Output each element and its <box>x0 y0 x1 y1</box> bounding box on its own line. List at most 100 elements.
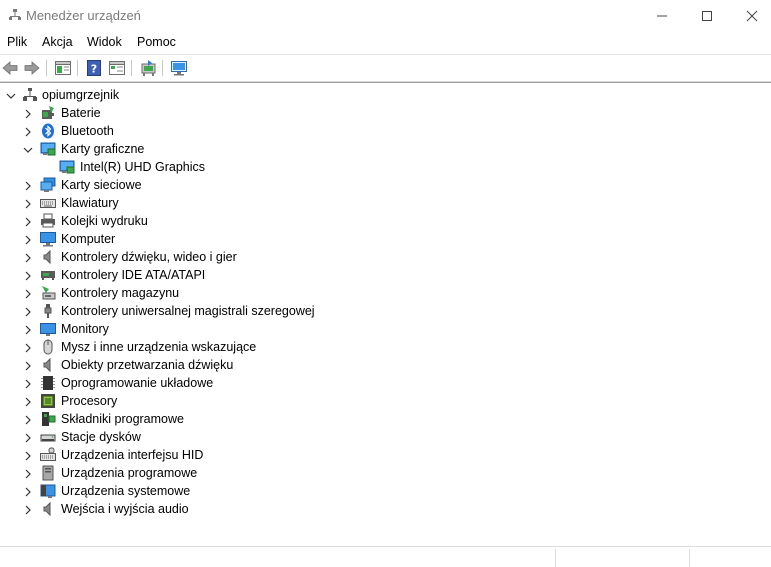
tree-item-label: Urządzenia programowe <box>61 466 198 480</box>
maximize-button[interactable] <box>684 0 730 32</box>
processor-icon <box>40 393 56 409</box>
chevron-right-icon[interactable] <box>22 287 34 299</box>
tree-item-baterie[interactable]: Baterie <box>0 104 771 122</box>
chevron-right-icon[interactable] <box>22 107 34 119</box>
display-adapter-icon <box>40 141 56 157</box>
tree-item-label: Kontrolery dźwięku, wideo i gier <box>61 250 237 264</box>
tree-item-kontrolery-ide[interactable]: Kontrolery IDE ATA/ATAPI <box>0 266 771 284</box>
tree-item-skladniki-programowe[interactable]: Składniki programowe <box>0 410 771 428</box>
tree-item-label: Mysz i inne urządzenia wskazujące <box>61 340 257 354</box>
tree-item-label: Wejścia i wyjścia audio <box>61 502 189 516</box>
close-button[interactable] <box>729 0 771 32</box>
chevron-right-icon[interactable] <box>22 305 34 317</box>
tree-item-label: Stacje dysków <box>61 430 141 444</box>
tree-item-stacje-dyskow[interactable]: Stacje dysków <box>0 428 771 446</box>
chevron-right-icon[interactable] <box>22 215 34 227</box>
menu-file[interactable]: Plik <box>7 35 27 49</box>
chevron-right-icon[interactable] <box>22 251 34 263</box>
tree-item-kontrolery-magazynu[interactable]: Kontrolery magazynu <box>0 284 771 302</box>
update-driver-icon[interactable] <box>138 58 158 78</box>
speaker-icon <box>40 357 56 373</box>
disk-drive-icon <box>40 429 56 445</box>
tree-item-kontrolery-dzwieku[interactable]: Kontrolery dźwięku, wideo i gier <box>0 248 771 266</box>
chevron-right-icon[interactable] <box>22 323 34 335</box>
status-divider <box>555 549 556 567</box>
tree-item-intel-uhd-graphics[interactable]: Intel(R) UHD Graphics <box>0 158 771 176</box>
tree-item-klawiatury[interactable]: Klawiatury <box>0 194 771 212</box>
tree-item-label: Oprogramowanie układowe <box>61 376 214 390</box>
bluetooth-icon <box>40 123 56 139</box>
chevron-right-icon[interactable] <box>22 179 34 191</box>
device-manager-app-icon <box>8 8 22 22</box>
tree-item-label: Kontrolery IDE ATA/ATAPI <box>61 268 206 282</box>
chevron-right-icon[interactable] <box>22 503 34 515</box>
tree-item-label: Bluetooth <box>61 124 114 138</box>
scan-hardware-changes-icon[interactable] <box>169 58 189 78</box>
minimize-button[interactable] <box>639 0 685 32</box>
console-tree-icon[interactable] <box>53 58 73 78</box>
tree-item-label: Urządzenia systemowe <box>61 484 191 498</box>
system-device-icon <box>40 483 56 499</box>
software-device-icon <box>40 465 56 481</box>
tree-item-wejscia-wyjscia-audio[interactable]: Wejścia i wyjścia audio <box>0 500 771 518</box>
tree-item-urzadzenia-systemowe[interactable]: Urządzenia systemowe <box>0 482 771 500</box>
tree-item-kontrolery-usb[interactable]: Kontrolery uniwersalnej magistrali szere… <box>0 302 771 320</box>
back-arrow-icon[interactable] <box>0 58 20 78</box>
computer-tree-root-icon <box>22 87 38 103</box>
tree-item-karty-sieciowe[interactable]: Karty sieciowe <box>0 176 771 194</box>
chevron-right-icon[interactable] <box>22 269 34 281</box>
tree-item-label: Monitory <box>61 322 109 336</box>
menu-view[interactable]: Widok <box>87 35 122 49</box>
tree-item-label: Klawiatury <box>61 196 119 210</box>
properties-icon[interactable] <box>107 58 127 78</box>
tree-item-karty-graficzne[interactable]: Karty graficzne <box>0 140 771 158</box>
monitor-icon <box>40 321 56 337</box>
tree-root[interactable]: opiumgrzejnik <box>0 86 771 104</box>
tree-item-label: Karty graficzne <box>61 142 145 156</box>
tree-root-label: opiumgrzejnik <box>42 88 120 102</box>
tree-item-mysz[interactable]: Mysz i inne urządzenia wskazujące <box>0 338 771 356</box>
firmware-chip-icon <box>40 375 56 391</box>
tree-item-komputer[interactable]: Komputer <box>0 230 771 248</box>
tree-item-label: Procesory <box>61 394 118 408</box>
tree-item-bluetooth[interactable]: Bluetooth <box>0 122 771 140</box>
tree-item-oprogramowanie-ukladowe[interactable]: Oprogramowanie układowe <box>0 374 771 392</box>
chevron-right-icon[interactable] <box>22 341 34 353</box>
chevron-right-icon[interactable] <box>22 413 34 425</box>
toolbar: ? <box>0 54 771 82</box>
tree-item-label: Kontrolery uniwersalnej magistrali szere… <box>61 304 315 318</box>
keyboard-icon <box>40 195 56 211</box>
menu-help[interactable]: Pomoc <box>137 35 176 49</box>
usb-icon <box>40 303 56 319</box>
menu-bar: Plik Akcja Widok Pomoc <box>0 32 771 53</box>
tree-item-procesory[interactable]: Procesory <box>0 392 771 410</box>
chevron-right-icon[interactable] <box>22 485 34 497</box>
chevron-right-icon[interactable] <box>22 233 34 245</box>
speaker-icon <box>40 501 56 517</box>
printer-icon <box>40 213 56 229</box>
menu-action[interactable]: Akcja <box>42 35 73 49</box>
tree-item-urzadzenia-hid[interactable]: Urządzenia interfejsu HID <box>0 446 771 464</box>
chevron-down-icon[interactable] <box>22 143 34 155</box>
tree-item-obiekty-dzwieku[interactable]: Obiekty przetwarzania dźwięku <box>0 356 771 374</box>
chevron-right-icon[interactable] <box>22 467 34 479</box>
chevron-right-icon[interactable] <box>22 359 34 371</box>
status-divider <box>689 549 690 567</box>
tree-item-kolejki-wydruku[interactable]: Kolejki wydruku <box>0 212 771 230</box>
chevron-right-icon[interactable] <box>22 125 34 137</box>
chevron-down-icon[interactable] <box>5 89 17 101</box>
software-component-icon <box>40 411 56 427</box>
tree-item-label: Kontrolery magazynu <box>61 286 180 300</box>
tree-item-monitory[interactable]: Monitory <box>0 320 771 338</box>
chevron-right-icon[interactable] <box>22 449 34 461</box>
chevron-right-icon[interactable] <box>22 197 34 209</box>
forward-arrow-icon[interactable] <box>22 58 42 78</box>
chevron-right-icon[interactable] <box>22 377 34 389</box>
chevron-right-icon[interactable] <box>22 431 34 443</box>
tree-item-label: Obiekty przetwarzania dźwięku <box>61 358 234 372</box>
tree-item-urzadzenia-programowe[interactable]: Urządzenia programowe <box>0 464 771 482</box>
device-tree[interactable]: opiumgrzejnik Baterie Bluetooth Karty gr… <box>0 82 771 547</box>
chevron-right-icon[interactable] <box>22 395 34 407</box>
speaker-icon <box>40 249 56 265</box>
help-icon[interactable]: ? <box>84 58 104 78</box>
